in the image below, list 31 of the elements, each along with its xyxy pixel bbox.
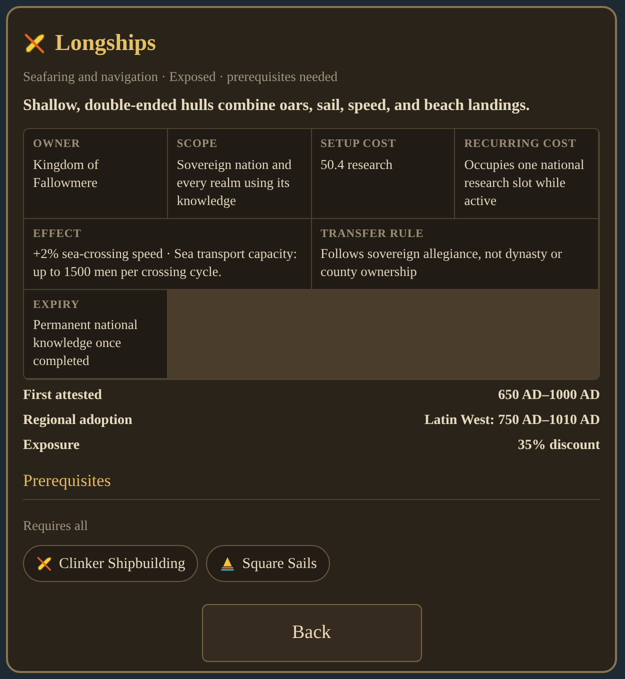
detail-label: EXPIRY (33, 298, 80, 311)
prerequisite-chip[interactable]: Clinker Shipbuilding (23, 545, 198, 582)
detail-value: Sovereign nation and every realm using its knowledge (176, 156, 292, 210)
detail-label: RECURRING COST (464, 138, 576, 150)
fact-label: Regional adoption (23, 412, 132, 430)
sailboat-icon (219, 555, 236, 572)
fact-value: 650 AD–1000 AD (498, 387, 600, 405)
detail-label: EFFECT (33, 228, 82, 240)
prerequisite-chip[interactable]: Square Sails (206, 545, 330, 582)
fact-label: Exposure (23, 437, 80, 455)
detail-label: SETUP COST (320, 138, 396, 150)
back-button[interactable]: Back (202, 604, 422, 662)
requirement-mode: Requires all (23, 517, 88, 535)
detail-value: Kingdom of Fallowmere (33, 156, 100, 192)
section-heading: Prerequisites (23, 470, 111, 492)
detail-label: TRANSFER RULE (320, 228, 424, 240)
detail-value: Occupies one national research slot while active (464, 156, 586, 210)
subtitle: Seafaring and navigation · Exposed · prerequisites needed (23, 68, 339, 86)
detail-value: 50.4 research (320, 156, 394, 174)
fact-value: Latin West: 750 AD–1010 AD (424, 412, 600, 430)
detail-label: OWNER (33, 138, 80, 150)
dialog-title: Longships (55, 29, 156, 58)
boat-oar-icon (36, 555, 53, 572)
boat-oar-icon (23, 31, 47, 55)
fact-label: First attested (23, 387, 102, 405)
detail-label: SCOPE (176, 138, 218, 150)
detail-value: Permanent national knowledge once completed (33, 316, 139, 370)
detail-value: Follows sovereign allegiance, not dynasty or county ownership (320, 244, 563, 281)
detail-value: +2% sea-crossing speed · Sea transport capacity: up to 1500 men per crossing cycle. (33, 244, 298, 281)
fact-value: 35% discount (518, 437, 600, 455)
description: Shallow, double-ended hulls combine oars, sail, speed, and beach landings. (23, 96, 531, 116)
